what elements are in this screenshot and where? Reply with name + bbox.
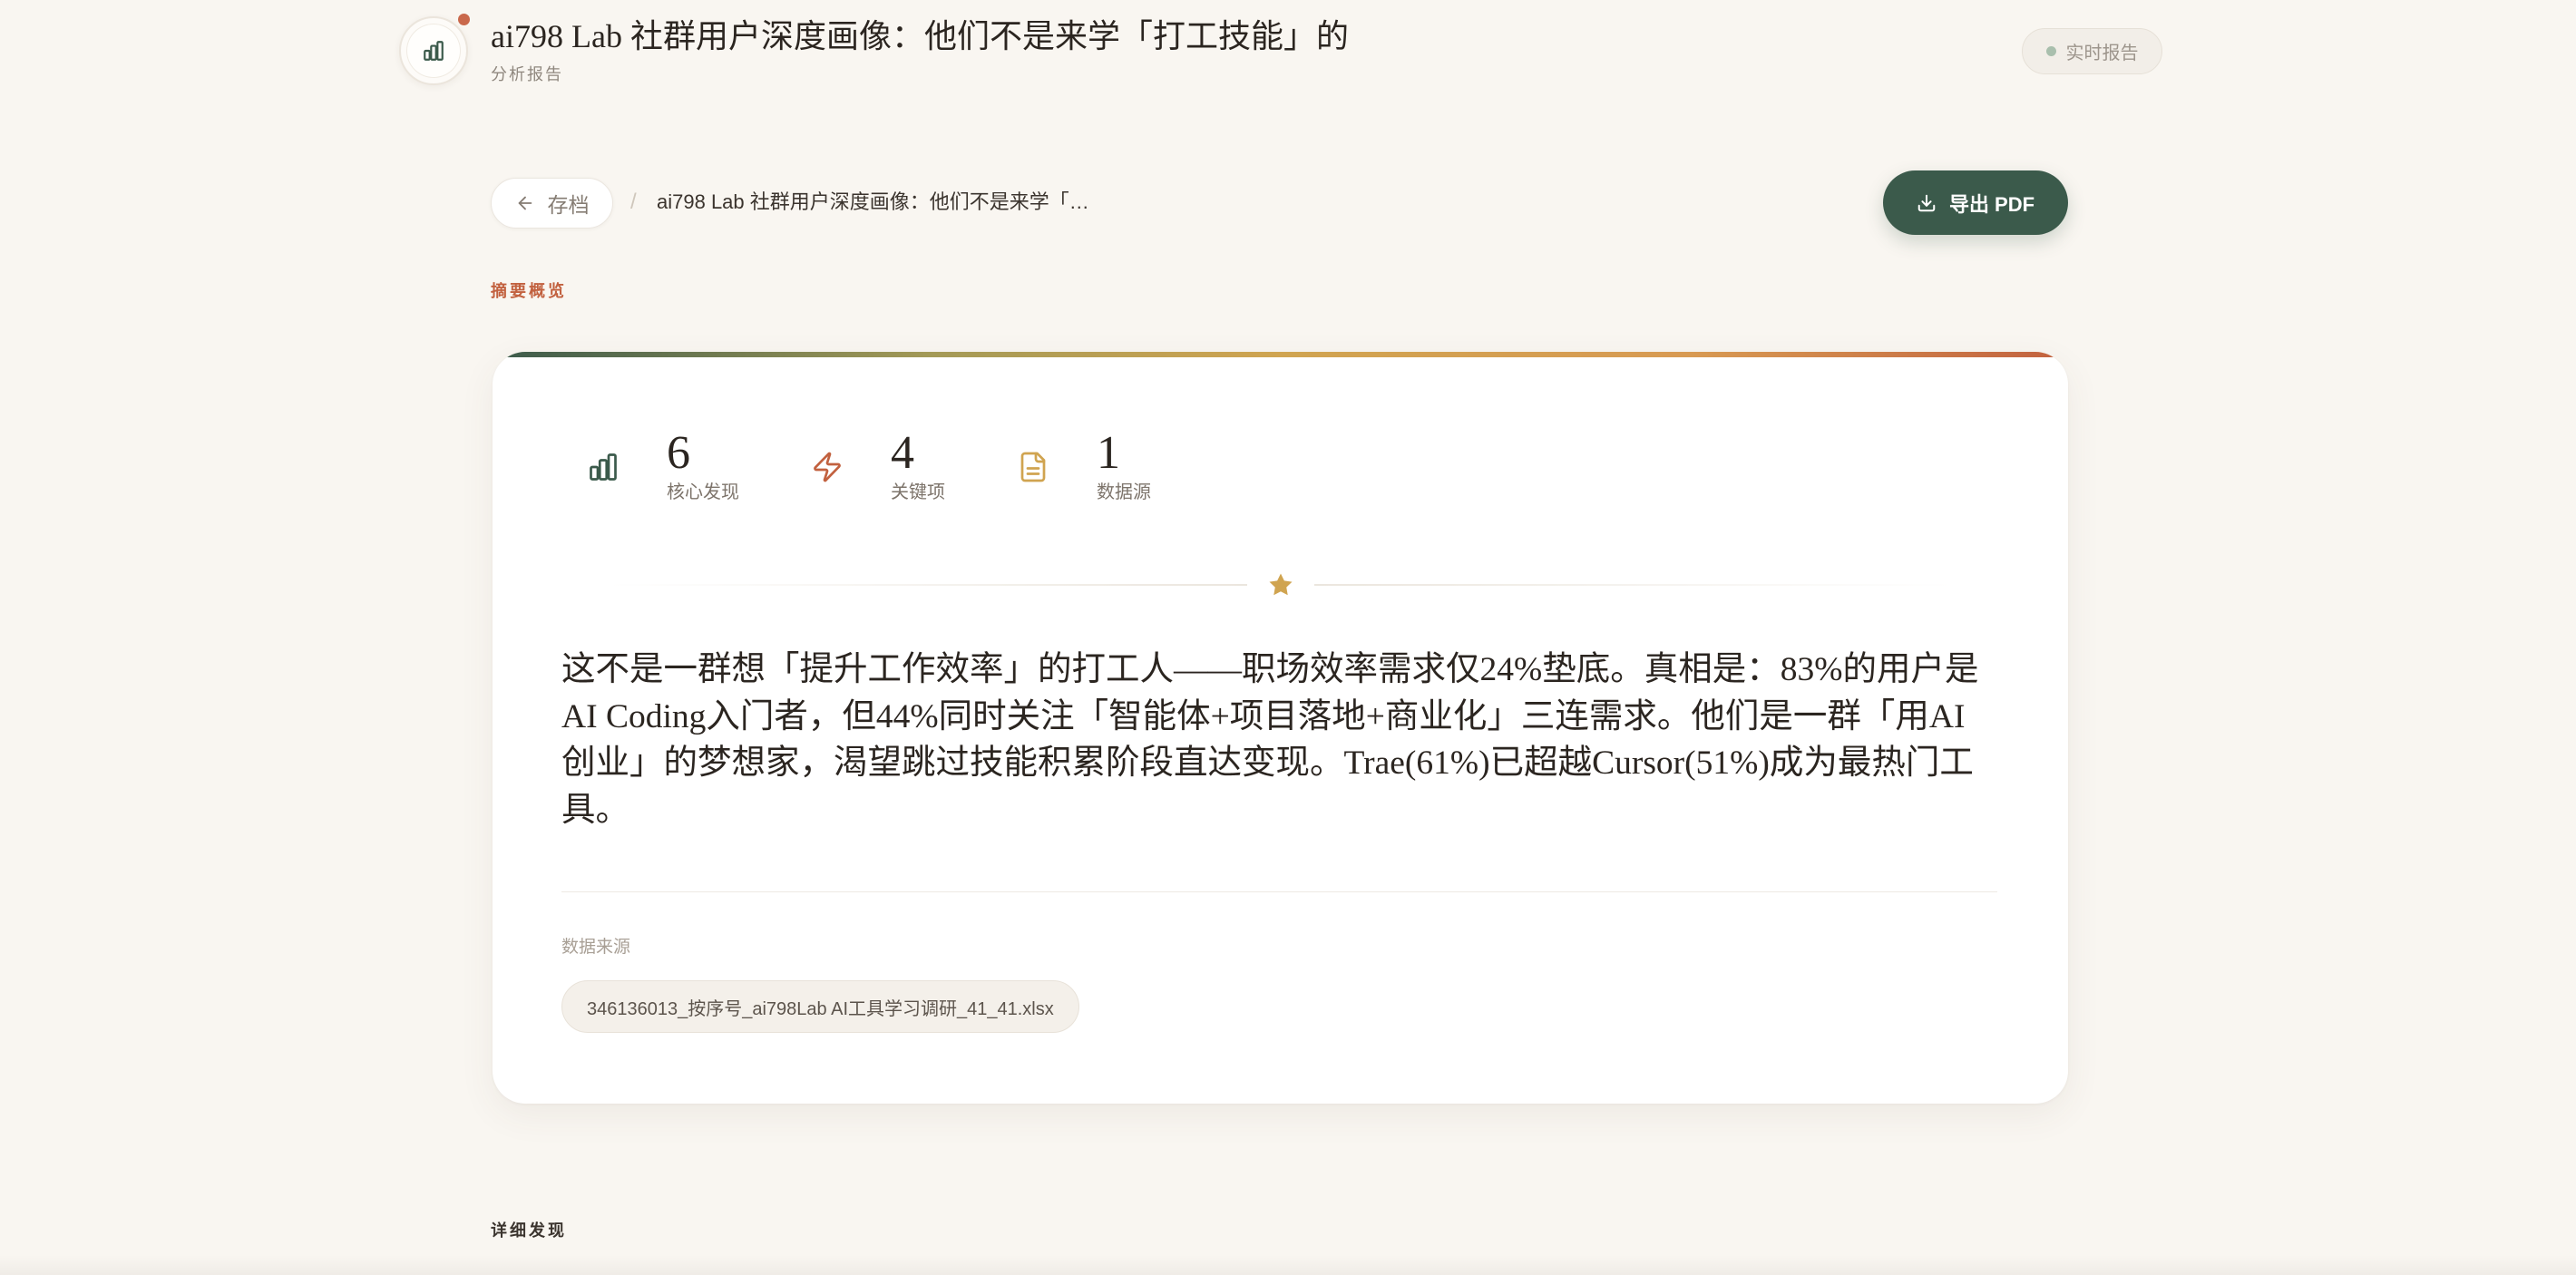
stat-core-findings: 6 核心发现 (583, 430, 739, 504)
page-subtitle: 分析报告 (491, 65, 563, 83)
status-badge: 实时报告 (2022, 28, 2162, 74)
stat-value: 6 (667, 427, 690, 479)
notification-dot (456, 12, 472, 27)
card-accent-bar (493, 352, 2068, 357)
card-divider (561, 891, 1997, 892)
divider-line (608, 584, 1247, 586)
details-section-label: 详细发现 (491, 1221, 567, 1240)
summary-section-label: 摘要概览 (491, 282, 567, 300)
bottom-fade (0, 1255, 2576, 1275)
export-pdf-button[interactable]: 导出 PDF (1883, 170, 2068, 235)
back-to-archive-button[interactable]: 存档 (491, 178, 613, 229)
breadcrumb-current: ai798 Lab 社群用户深度画像：他们不是来学「… (657, 190, 1089, 213)
zap-icon (814, 452, 841, 482)
stat-text: 1 数据源 (1097, 430, 1151, 504)
stat-label: 关键项 (891, 482, 945, 502)
summary-card: 6 核心发现 4 关键项 1 数据源 这不是一群想「提升工作效率」的打工人——职… (493, 352, 2068, 1104)
status-label: 实时报告 (2065, 44, 2139, 63)
breadcrumb-separator: / (630, 190, 637, 214)
stat-icon-box (1013, 447, 1053, 487)
bar-chart-icon (424, 41, 444, 61)
bar-chart-icon (590, 453, 617, 481)
stat-text: 6 核心发现 (667, 430, 739, 504)
export-button-label: 导出 PDF (1948, 192, 2035, 216)
back-button-label: 存档 (547, 193, 590, 217)
status-dot (2045, 46, 2056, 56)
stats-row: 6 核心发现 4 关键项 1 数据源 (583, 430, 1151, 504)
summary-paragraph: 这不是一群想「提升工作效率」的打工人——职场效率需求仅24%垫底。真相是：83%… (561, 651, 1979, 829)
source-file-chip: 346136013_按序号_ai798Lab AI工具学习调研_41_41.xl… (561, 980, 1079, 1033)
file-text-icon (1020, 452, 1046, 482)
arrow-left-icon (518, 196, 532, 210)
ornament-divider (608, 572, 1953, 598)
divider-line (1313, 584, 1953, 586)
stat-key-items: 4 关键项 (807, 430, 945, 504)
star-icon (1269, 573, 1292, 596)
stat-label: 数据源 (1097, 482, 1151, 502)
stat-data-sources: 1 数据源 (1013, 430, 1151, 504)
page-title: ai798 Lab 社群用户深度画像：他们不是来学「打工技能」的 (491, 18, 1349, 54)
download-icon (1917, 194, 1936, 211)
stat-value: 4 (891, 427, 914, 479)
stat-icon-box (807, 447, 847, 487)
app-logo[interactable] (399, 16, 468, 85)
sources-label: 数据来源 (561, 938, 631, 957)
stat-value: 1 (1097, 427, 1120, 479)
stat-label: 核心发现 (667, 482, 739, 502)
stat-text: 4 关键项 (891, 430, 945, 504)
stat-icon-box (583, 447, 623, 487)
